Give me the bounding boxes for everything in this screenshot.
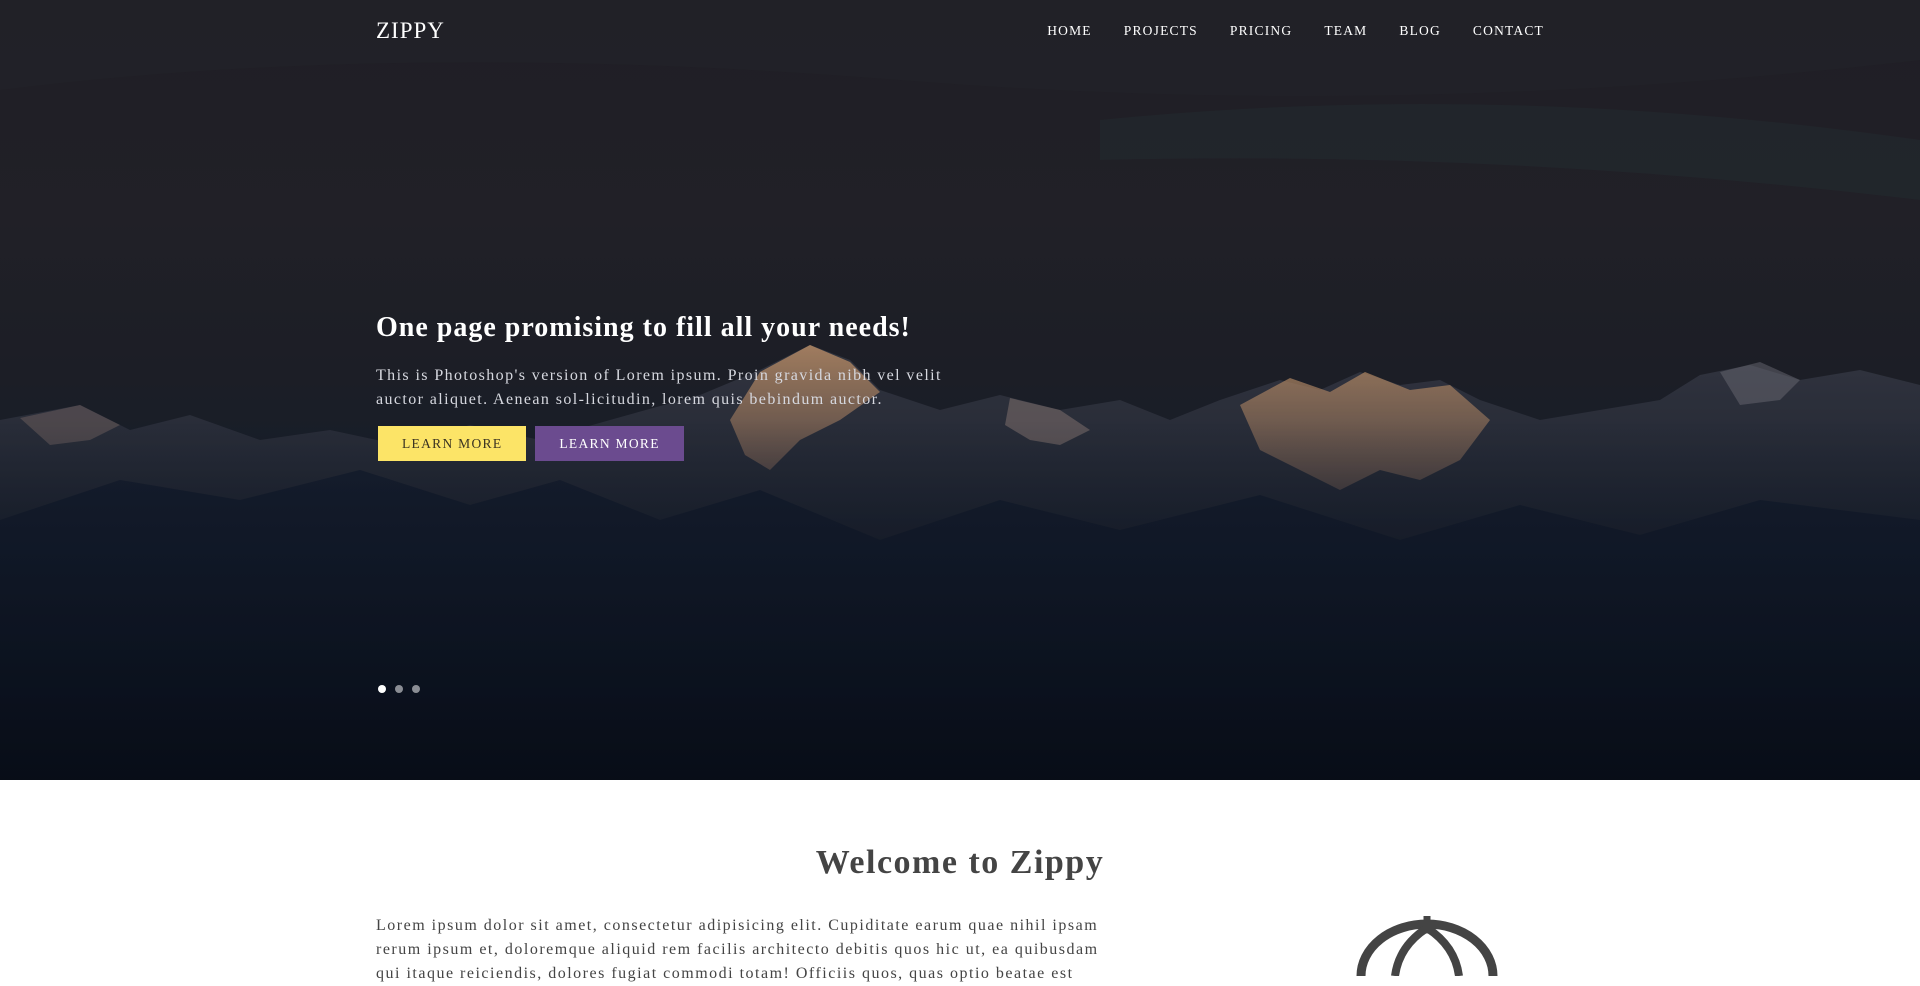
- welcome-title: Welcome to Zippy: [815, 844, 1105, 881]
- slider-dot-2[interactable]: [395, 685, 403, 693]
- nav-link-pricing[interactable]: PRICING: [1230, 23, 1292, 39]
- nav-link-team[interactable]: TEAM: [1324, 23, 1367, 39]
- welcome-section: Welcome to Zippy Lorem ipsum dolor sit a…: [0, 780, 1920, 982]
- nav-link-blog[interactable]: BLOG: [1399, 23, 1441, 39]
- hero-section: ZIPPY HOME PROJECTS PRICING TEAM BLOG CO…: [0, 0, 1920, 780]
- welcome-text: Lorem ipsum dolor sit amet, consectetur …: [376, 917, 1099, 982]
- learn-more-button-secondary[interactable]: LEARN MORE: [535, 426, 684, 461]
- hero-title: One page promising to fill all your need…: [376, 312, 911, 343]
- brand-logo[interactable]: ZIPPY: [376, 18, 445, 44]
- slider-indicators: [378, 685, 420, 693]
- nav-link-home[interactable]: HOME: [1047, 23, 1092, 39]
- slider-dot-3[interactable]: [412, 685, 420, 693]
- hero-buttons: LEARN MORE LEARN MORE: [378, 426, 1016, 461]
- hero-content: One page promising to fill all your need…: [376, 312, 1016, 461]
- nav-link-contact[interactable]: CONTACT: [1473, 23, 1544, 39]
- learn-more-button-primary[interactable]: LEARN MORE: [378, 426, 527, 461]
- nav-menu: HOME PROJECTS PRICING TEAM BLOG CONTACT: [1015, 23, 1544, 39]
- nav-link-projects[interactable]: PROJECTS: [1124, 23, 1198, 39]
- hero-description: This is Photoshop's version of Lorem ips…: [376, 367, 942, 408]
- slider-dot-1[interactable]: [378, 685, 386, 693]
- top-navbar: ZIPPY HOME PROJECTS PRICING TEAM BLOG CO…: [376, 0, 1544, 62]
- umbrella-icon: [1356, 916, 1498, 976]
